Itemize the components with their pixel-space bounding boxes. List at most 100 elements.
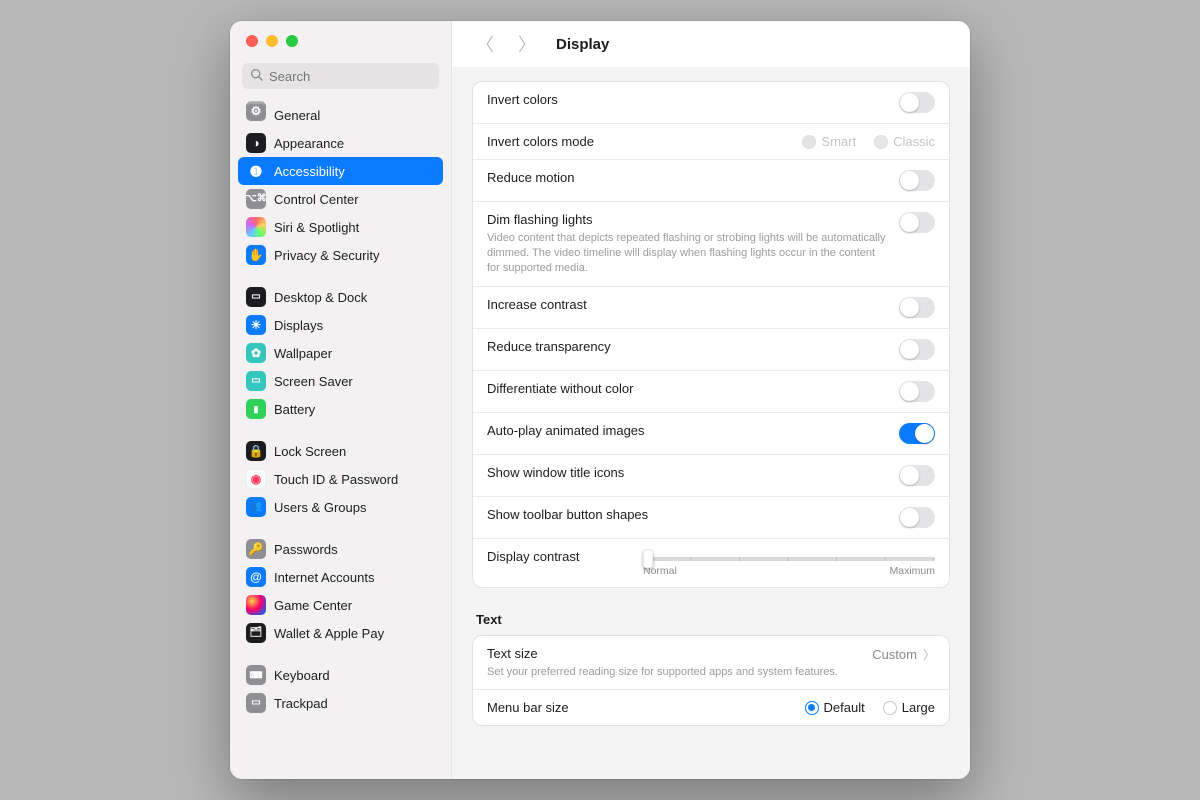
text-section-title: Text [476, 612, 950, 627]
autoplay-animated-toggle[interactable] [899, 423, 935, 444]
sidebar-item-internet-accounts[interactable]: @ Internet Accounts [238, 563, 443, 591]
sidebar-item-label: Game Center [274, 598, 352, 613]
row-label: Show toolbar button shapes [487, 507, 887, 522]
users-icon: 👥 [246, 497, 266, 517]
sidebar-item-label: Siri & Spotlight [274, 220, 359, 235]
sidebar-item-label: Passwords [274, 542, 338, 557]
dim-flashing-toggle[interactable] [899, 212, 935, 233]
sidebar-item-control-center[interactable]: ⌥⌘ Control Center [238, 185, 443, 213]
close-window-button[interactable] [246, 35, 258, 47]
sidebar-item-desktop-dock[interactable]: ▭ Desktop & Dock [238, 283, 443, 311]
sidebar-item-label: Keyboard [274, 668, 330, 683]
row-label: Differentiate without color [487, 381, 887, 396]
text-size-value[interactable]: Custom 〉 [872, 646, 935, 663]
wallpaper-icon: ✿ [246, 343, 266, 363]
row-reduce-motion: Reduce motion [473, 159, 949, 201]
sidebar-list[interactable]: ⚙ General ◑ Appearance ➊ Accessibility ⌥… [230, 97, 451, 779]
sidebar-item-battery[interactable]: ▮ Battery [238, 395, 443, 423]
keyboard-icon: ⌨ [246, 665, 266, 685]
row-description: Video content that depicts repeated flas… [487, 231, 887, 276]
sidebar-item-lock-screen[interactable]: 🔒 Lock Screen [238, 437, 443, 465]
sidebar-item-keyboard[interactable]: ⌨ Keyboard [238, 661, 443, 689]
wallet-icon: 🗂 [246, 623, 266, 643]
main-area: 〈 〉 Display Invert colors Invert colors … [452, 21, 970, 779]
page-title: Display [556, 36, 609, 53]
slider-thumb[interactable] [643, 550, 653, 568]
radio-smart[interactable]: Smart [802, 134, 856, 149]
sidebar-item-touch-id[interactable]: ◉ Touch ID & Password [238, 465, 443, 493]
slider-max-label: Maximum [889, 565, 935, 577]
row-text-size[interactable]: Text size Set your preferred reading siz… [473, 636, 949, 690]
sidebar-item-users-groups[interactable]: 👥 Users & Groups [238, 493, 443, 521]
toolbar: 〈 〉 Display [452, 21, 970, 67]
accessibility-icon: ➊ [246, 161, 266, 181]
key-icon: 🔑 [246, 539, 266, 559]
sidebar-item-trackpad[interactable]: ▭ Trackpad [238, 689, 443, 717]
sidebar-item-screen-saver[interactable]: ▭ Screen Saver [238, 367, 443, 395]
sidebar-item-general[interactable]: ⚙ General [238, 101, 443, 129]
row-show-title-icons: Show window title icons [473, 454, 949, 496]
row-label: Invert colors [487, 92, 887, 107]
sidebar-item-siri-spotlight[interactable]: Siri & Spotlight [238, 213, 443, 241]
sidebar-item-label: Touch ID & Password [274, 472, 398, 487]
text-settings-card: Text size Set your preferred reading siz… [472, 635, 950, 727]
sidebar-item-accessibility[interactable]: ➊ Accessibility [238, 157, 443, 185]
sidebar-item-label: Displays [274, 318, 323, 333]
search-input[interactable] [269, 69, 431, 84]
row-label: Auto-play animated images [487, 423, 887, 438]
search-field[interactable] [242, 63, 439, 89]
search-icon [250, 68, 263, 84]
row-invert-colors: Invert colors [473, 82, 949, 123]
radio-classic[interactable]: Classic [874, 134, 935, 149]
row-reduce-transparency: Reduce transparency [473, 328, 949, 370]
sidebar-item-wallet[interactable]: 🗂 Wallet & Apple Pay [238, 619, 443, 647]
sidebar-item-label: Appearance [274, 136, 344, 151]
forward-button[interactable]: 〉 [514, 29, 540, 59]
radio-icon [874, 135, 888, 149]
content-scroll[interactable]: Invert colors Invert colors mode Smart C… [452, 67, 970, 779]
radio-large[interactable]: Large [883, 700, 935, 715]
reduce-transparency-toggle[interactable] [899, 339, 935, 360]
sidebar-item-label: Control Center [274, 192, 359, 207]
sidebar-item-wallpaper[interactable]: ✿ Wallpaper [238, 339, 443, 367]
gear-icon: ⚙ [246, 101, 266, 121]
back-button[interactable]: 〈 [472, 29, 498, 59]
sidebar-item-label: Trackpad [274, 696, 328, 711]
row-increase-contrast: Increase contrast [473, 286, 949, 328]
show-toolbar-shapes-toggle[interactable] [899, 507, 935, 528]
sidebar-item-passwords[interactable]: 🔑 Passwords [238, 535, 443, 563]
control-center-icon: ⌥⌘ [246, 189, 266, 209]
sidebar-item-label: Users & Groups [274, 500, 366, 515]
sidebar-item-label: General [274, 108, 320, 123]
row-label: Display contrast [487, 549, 607, 564]
sidebar-item-game-center[interactable]: Game Center [238, 591, 443, 619]
row-show-toolbar-shapes: Show toolbar button shapes [473, 496, 949, 538]
menu-bar-size-radio-group: Default Large [805, 700, 935, 715]
row-label: Menu bar size [487, 700, 793, 715]
hand-icon: ✋ [246, 245, 266, 265]
screensaver-icon: ▭ [246, 371, 266, 391]
reduce-motion-toggle[interactable] [899, 170, 935, 191]
minimize-window-button[interactable] [266, 35, 278, 47]
row-autoplay-animated: Auto-play animated images [473, 412, 949, 454]
row-label: Text size [487, 646, 860, 661]
sidebar-item-displays[interactable]: ☀ Displays [238, 311, 443, 339]
zoom-window-button[interactable] [286, 35, 298, 47]
display-contrast-slider[interactable]: Normal Maximum [643, 549, 935, 577]
row-label: Dim flashing lights [487, 212, 887, 227]
invert-mode-radio-group: Smart Classic [802, 134, 935, 149]
sidebar-item-appearance[interactable]: ◑ Appearance [238, 129, 443, 157]
radio-default[interactable]: Default [805, 700, 865, 715]
invert-colors-toggle[interactable] [899, 92, 935, 113]
battery-icon: ▮ [246, 399, 266, 419]
sidebar-item-label: Privacy & Security [274, 248, 379, 263]
increase-contrast-toggle[interactable] [899, 297, 935, 318]
show-title-icons-toggle[interactable] [899, 465, 935, 486]
sidebar-item-privacy-security[interactable]: ✋ Privacy & Security [238, 241, 443, 269]
radio-icon [802, 135, 816, 149]
radio-icon [805, 701, 819, 715]
row-description: Set your preferred reading size for supp… [487, 665, 860, 680]
row-invert-colors-mode: Invert colors mode Smart Classic [473, 123, 949, 159]
sidebar-item-label: Battery [274, 402, 315, 417]
diff-without-color-toggle[interactable] [899, 381, 935, 402]
